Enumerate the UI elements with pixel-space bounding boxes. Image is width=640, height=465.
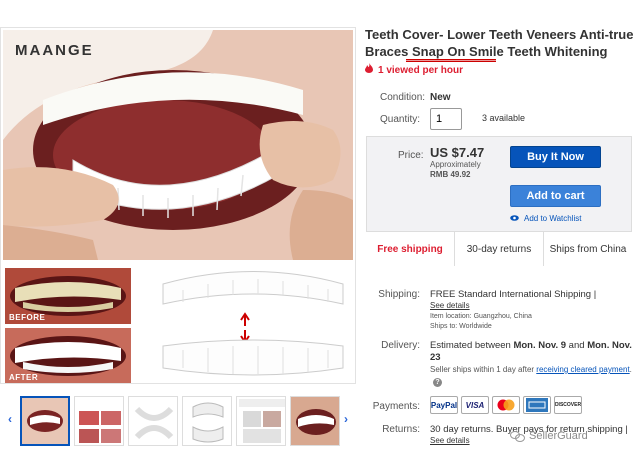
mastercard-icon [492,396,520,414]
cleared-payment-link[interactable]: receiving cleared payment [536,365,629,374]
delivery-note-prefix: Seller ships within 1 day after [430,365,537,374]
thumb-prev-icon[interactable]: ‹ [8,412,12,426]
discover-icon: DISCOVER [554,396,582,414]
highlight-ships-from: Ships from China [549,243,627,255]
title-highlight: Snap On Smile [411,44,504,59]
delivery-note-suffix: . [629,365,632,374]
product-image-gallery: MAANGE BEFORE AFTER [0,27,356,384]
quantity-input[interactable] [430,108,462,130]
after-photo: AFTER [5,328,131,383]
paypal-icon: PayPal [430,396,458,414]
shipping-label: Shipping: [378,289,420,300]
watermark-text: SellerGuard [529,430,588,442]
delivery-and: and [566,340,588,351]
delivery-estimate: Estimated between Mon. Nov. 9 and Mon. N… [430,340,635,364]
highlight-returns: 30-day returns [455,232,544,266]
before-photo: BEFORE [5,268,131,324]
thumbnail-4[interactable] [182,396,232,446]
thumbnail-strip: ‹ › [4,392,354,448]
thumbnail-3[interactable] [128,396,178,446]
title-part-2: Teeth Whitening [503,44,608,59]
amex-icon [523,396,551,414]
eye-icon [510,214,519,223]
payment-logos: PayPal VISA DISCOVER [430,396,582,414]
shipping-details-link[interactable]: See details [430,301,470,310]
help-icon[interactable]: ? [433,378,442,387]
price-value: US $7.47 [430,145,485,160]
delivery-prefix: Estimated between [430,340,514,351]
approx-label: Approximately [430,160,481,169]
returns-details-link[interactable]: See details [430,436,470,445]
add-to-watchlist-link[interactable]: Add to Watchlist [510,214,582,223]
highlight-free-shipping: Free shipping [366,232,455,266]
listing-title: Teeth Cover- Lower Teeth Veneers Anti-tr… [365,26,637,60]
shipping-text: FREE Standard International Shipping | [430,289,597,300]
buy-it-now-button[interactable]: Buy It Now [510,146,601,168]
visa-icon: VISA [461,396,489,414]
condition-label: Condition: [380,92,426,103]
quantity-label: Quantity: [380,114,421,125]
price-label: Price: [398,150,424,161]
veneer-illustration [153,264,353,382]
thumbnail-2[interactable] [74,396,124,446]
highlights-strip: Free shipping 30-day returns Ships from … [366,231,632,266]
returns-label: Returns: [382,424,420,435]
watchlist-text: Add to Watchlist [524,214,582,223]
thumbnail-6[interactable] [290,396,340,446]
watchers-row: 1 viewed per hour [365,63,463,76]
brand-logo: MAANGE [15,42,94,59]
before-label: BEFORE [9,313,46,322]
chat-bubbles-icon [510,430,525,442]
delivery-label: Delivery: [381,340,420,351]
title-highlight-underline [406,59,496,62]
flame-icon [365,63,373,76]
after-label: AFTER [9,373,39,382]
approx-value: RMB 49.92 [430,170,471,179]
before-after-panel: BEFORE AFTER [3,264,353,383]
thumbnail-5[interactable] [236,396,286,446]
main-product-photo[interactable]: MAANGE [3,30,353,260]
watchers-text: 1 viewed per hour [378,65,464,76]
delivery-note: Seller ships within 1 day after receivin… [430,364,635,388]
ships-to: Ships to: Worldwide [430,323,492,330]
add-to-cart-button[interactable]: Add to cart [510,185,601,207]
delivery-date-start: Mon. Nov. 9 [513,340,567,351]
watermark: SellerGuard [510,430,588,442]
item-location: Item location: Guangzhou, China [430,313,532,320]
quantity-available: 3 available [482,113,526,123]
payments-label: Payments: [372,401,420,412]
thumbnail-1[interactable] [20,396,70,446]
thumb-next-icon[interactable]: › [344,412,348,426]
condition-value: New [430,92,451,103]
